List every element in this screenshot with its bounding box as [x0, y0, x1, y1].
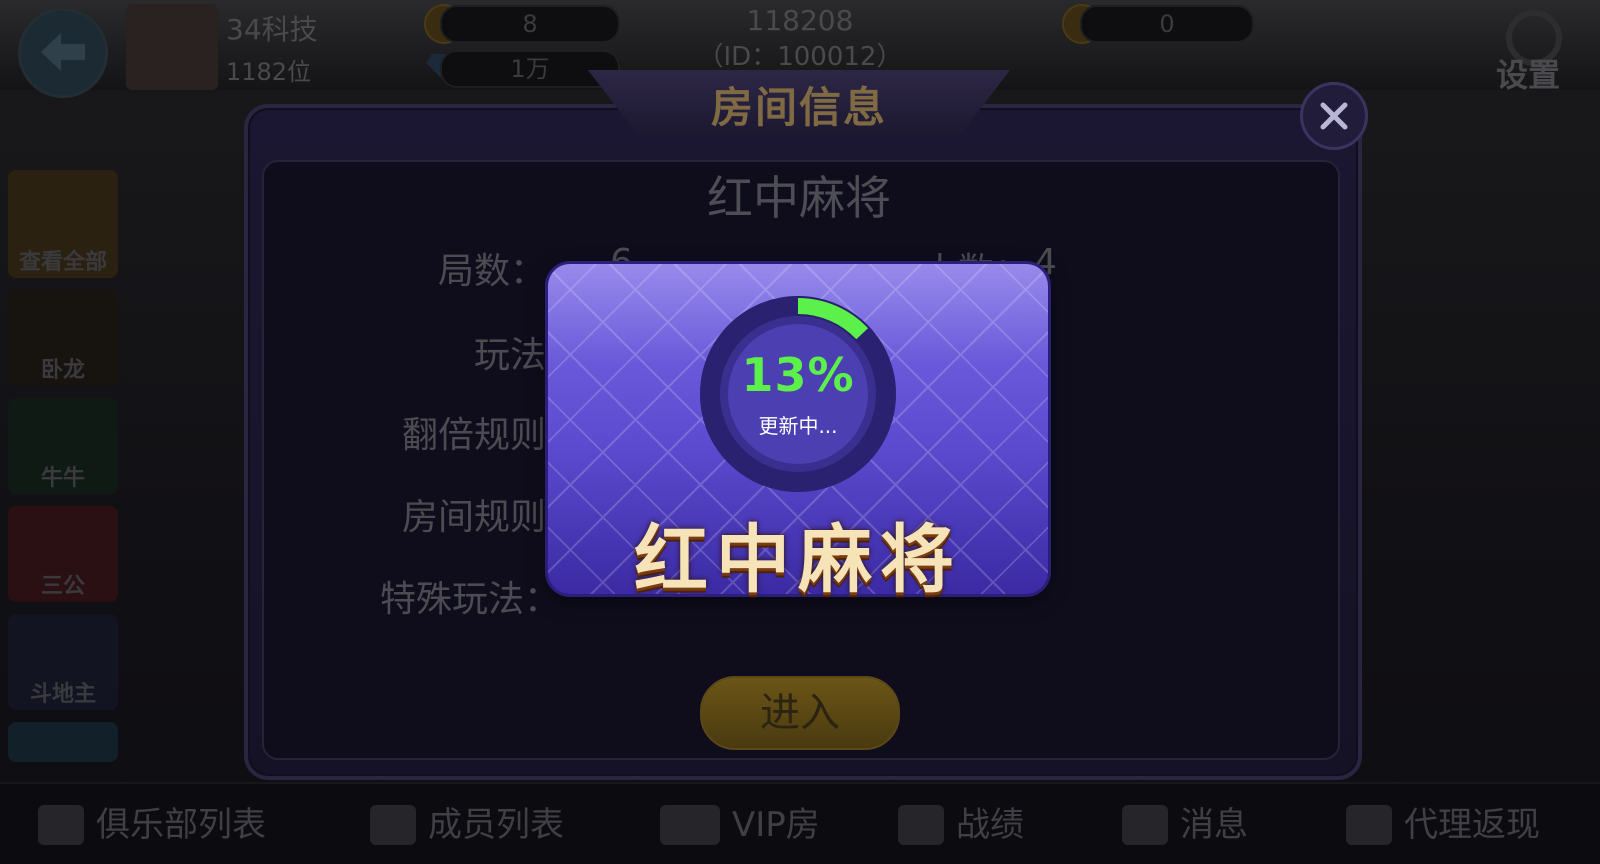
sidebar-item-niuniu[interactable]: 牛牛: [8, 398, 118, 494]
update-percent: 13%: [741, 348, 855, 402]
coin-count: 8: [440, 5, 620, 43]
update-game-title: 红中麻将: [634, 517, 962, 603]
agent-icon: [1346, 805, 1392, 845]
dialog-title: 房间信息: [710, 83, 887, 132]
close-button[interactable]: [1300, 82, 1368, 150]
update-status: 更新中...: [758, 414, 838, 438]
user-id: 1182位: [226, 58, 312, 86]
club-avatar: [126, 4, 218, 90]
nav-records[interactable]: 战绩: [898, 800, 1024, 850]
sidebar-item-sangong[interactable]: 三公: [8, 506, 118, 602]
sidebar-item-all[interactable]: 查看全部: [8, 170, 118, 278]
message-icon: [1122, 805, 1168, 845]
sidebar-item-label: 卧龙: [40, 358, 85, 383]
room-rules-label: 房间规则: [401, 497, 546, 538]
sidebar-item-wolong[interactable]: 卧龙: [8, 290, 118, 386]
special-mode-label: 特殊玩法：: [379, 579, 560, 620]
flag-icon: [38, 805, 84, 845]
nav-label: 战绩: [956, 805, 1024, 845]
mode-label: 玩法: [473, 335, 546, 376]
gold-count: 0: [1080, 5, 1254, 43]
nav-messages[interactable]: 消息: [1122, 800, 1248, 850]
club-name: 34科技: [226, 13, 318, 46]
sidebar-item-label: 牛牛: [40, 466, 85, 491]
nav-label: 消息: [1180, 805, 1248, 845]
nav-vip-room[interactable]: VIP房: [660, 800, 820, 850]
sidebar-item-label: 三公: [40, 574, 85, 599]
trophy-icon: [898, 805, 944, 845]
vip-icon: [660, 805, 720, 845]
members-icon: [370, 805, 416, 845]
room-id: （ID：100012）: [697, 42, 903, 72]
nav-label: 成员列表: [428, 805, 564, 845]
rounds-label: 局数：: [437, 251, 546, 292]
sidebar-item-label: 查看全部: [18, 250, 107, 275]
settings-label[interactable]: 设置: [1496, 50, 1560, 96]
nav-agent-cashback[interactable]: 代理返现: [1346, 800, 1540, 850]
nav-label: VIP房: [732, 805, 820, 845]
sidebar-item-doudizhu[interactable]: 斗地主: [8, 614, 118, 710]
game-name: 红中麻将: [707, 171, 891, 225]
room-number: 118208: [746, 4, 854, 37]
back-button[interactable]: [18, 8, 108, 98]
sidebar-item-more[interactable]: [8, 722, 118, 762]
enter-button[interactable]: 进入: [700, 676, 900, 750]
nav-label: 代理返现: [1404, 805, 1540, 845]
sidebar-item-label: 斗地主: [29, 682, 96, 707]
nav-label: 俱乐部列表: [96, 805, 266, 845]
back-arrow-icon: [41, 33, 85, 71]
multiplier-label: 翻倍规则: [401, 415, 546, 456]
nav-member-list[interactable]: 成员列表: [370, 800, 564, 850]
nav-club-list[interactable]: 俱乐部列表: [38, 800, 266, 850]
close-icon: [1320, 102, 1348, 130]
